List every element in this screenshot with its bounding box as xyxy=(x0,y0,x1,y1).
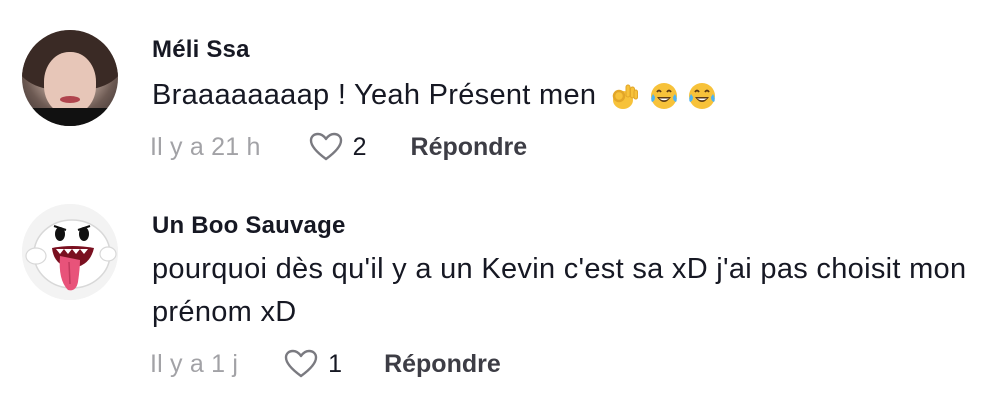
like-button[interactable]: 2 xyxy=(309,132,367,162)
comment-meta: Il y a 1 j 1 Répondre xyxy=(150,349,501,379)
heart-icon[interactable] xyxy=(309,132,343,162)
comment-item: Méli Ssa Braaaaaaaap ! Yeah Présent men xyxy=(0,0,1006,190)
comment-meta: Il y a 21 h 2 Répondre xyxy=(150,132,527,162)
comment-timestamp: Il y a 21 h xyxy=(150,132,261,161)
comment-text: Braaaaaaaap ! Yeah Présent men xyxy=(152,74,992,117)
comment-username[interactable]: Un Boo Sauvage xyxy=(152,212,346,240)
ok-hand-emoji-icon xyxy=(609,81,639,111)
avatar[interactable] xyxy=(22,204,118,300)
reply-button[interactable]: Répondre xyxy=(384,350,501,379)
comment-username[interactable]: Méli Ssa xyxy=(152,36,250,64)
comment-item: Un Boo Sauvage pourquoi dès qu'il y a un… xyxy=(0,190,1006,420)
avatar-face xyxy=(44,52,96,114)
like-count: 1 xyxy=(328,349,343,378)
like-button[interactable]: 1 xyxy=(284,349,342,379)
tears-of-joy-emoji-icon xyxy=(687,81,717,111)
tears-of-joy-emoji-icon xyxy=(649,81,679,111)
reply-button[interactable]: Répondre xyxy=(411,133,528,162)
heart-icon[interactable] xyxy=(284,349,318,379)
comment-text: pourquoi dès qu'il y a un Kevin c'est sa… xyxy=(152,253,967,328)
avatar-shoulders xyxy=(22,108,118,126)
comment-text-content: Braaaaaaaap ! Yeah Présent men xyxy=(152,79,597,111)
avatar-lips xyxy=(60,96,80,103)
like-count: 2 xyxy=(352,132,367,161)
comment-timestamp: Il y a 1 j xyxy=(150,349,239,378)
avatar[interactable] xyxy=(22,30,118,126)
